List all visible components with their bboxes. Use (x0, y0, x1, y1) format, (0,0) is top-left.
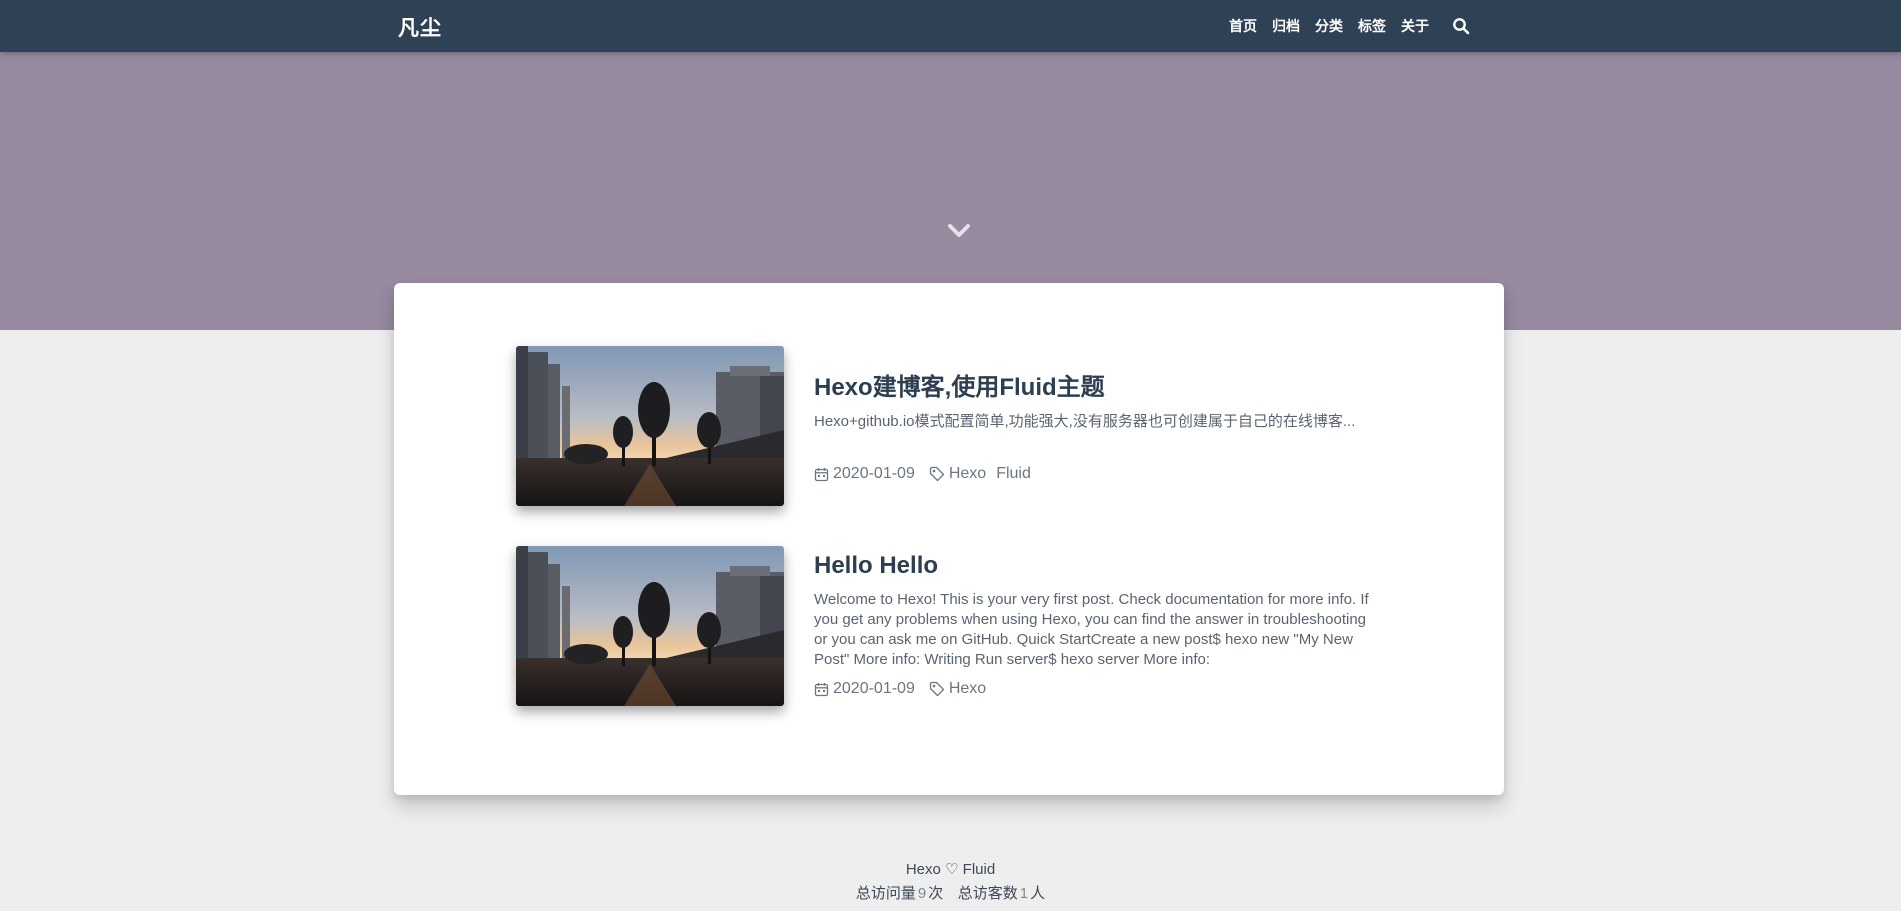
post-body: Hello Hello Welcome to Hexo! This is you… (814, 546, 1370, 698)
post-thumbnail[interactable] (516, 346, 784, 506)
calendar-icon (814, 467, 829, 482)
site-brand[interactable]: 凡尘 (398, 12, 442, 42)
tag-link-fluid[interactable]: Fluid (996, 465, 1031, 483)
nav-item-tags[interactable]: 标签 (1358, 16, 1386, 36)
tag-icon (929, 466, 945, 482)
sunset-street-image (516, 346, 784, 506)
calendar-icon (814, 682, 829, 697)
nav-item-archives[interactable]: 归档 (1272, 16, 1300, 36)
pv-unit: 次 (928, 885, 944, 902)
fluid-link[interactable]: Fluid (963, 861, 996, 878)
post-title-link[interactable]: Hexo建博客,使用Fluid主题 (814, 367, 1370, 402)
tag-link-hexo[interactable]: Hexo (949, 680, 986, 698)
sunset-street-image (516, 546, 784, 706)
scroll-down-button[interactable] (946, 220, 972, 242)
search-button[interactable] (1451, 16, 1471, 36)
uv-unit: 人 (1030, 885, 1046, 902)
chevron-down-icon (948, 224, 970, 237)
post-date: 2020-01-09 (833, 465, 915, 482)
post-list-board: Hexo建博客,使用Fluid主题 Hexo+github.io模式配置简单,功… (394, 283, 1504, 795)
post-excerpt: Welcome to Hexo! This is your very first… (814, 591, 1369, 668)
post-item: Hello Hello Welcome to Hexo! This is you… (516, 546, 1376, 708)
uv-label: 总访客数 (957, 885, 1018, 902)
navbar: 凡尘 首页 归档 分类 标签 关于 (0, 0, 1901, 52)
post-body: Hexo建博客,使用Fluid主题 Hexo+github.io模式配置简单,功… (814, 346, 1370, 483)
tag-icon (929, 681, 945, 697)
post-date: 2020-01-09 (833, 680, 915, 697)
footer: Hexo ♡ Fluid 总访问量 9 次 总访客数 1 人 (0, 858, 1901, 906)
heart-icon: ♡ (945, 861, 959, 878)
post-meta: 2020-01-09 Hexo Fluid (814, 465, 1370, 483)
post-meta: 2020-01-09 Hexo (814, 680, 1370, 698)
visit-stats: 总访问量 9 次 总访客数 1 人 (0, 882, 1901, 906)
post-thumbnail[interactable] (516, 546, 784, 706)
search-icon (1453, 18, 1470, 35)
pv-label: 总访问量 (855, 885, 916, 902)
nav-item-about[interactable]: 关于 (1401, 16, 1429, 36)
post-title-link[interactable]: Hello Hello (814, 552, 1370, 580)
nav-menu: 首页 归档 分类 标签 关于 (1214, 0, 1471, 52)
nav-item-categories[interactable]: 分类 (1315, 16, 1343, 36)
post-excerpt: Hexo+github.io模式配置简单,功能强大,没有服务器也可创建属于自己的… (814, 413, 1356, 430)
post-item: Hexo建博客,使用Fluid主题 Hexo+github.io模式配置简单,功… (516, 346, 1376, 508)
tag-link-hexo[interactable]: Hexo (949, 465, 986, 483)
powered-by: Hexo ♡ Fluid (0, 858, 1901, 882)
pv-count: 9 (917, 885, 927, 902)
uv-count: 1 (1019, 885, 1029, 902)
nav-item-home[interactable]: 首页 (1229, 16, 1257, 36)
hexo-link[interactable]: Hexo (906, 861, 941, 878)
